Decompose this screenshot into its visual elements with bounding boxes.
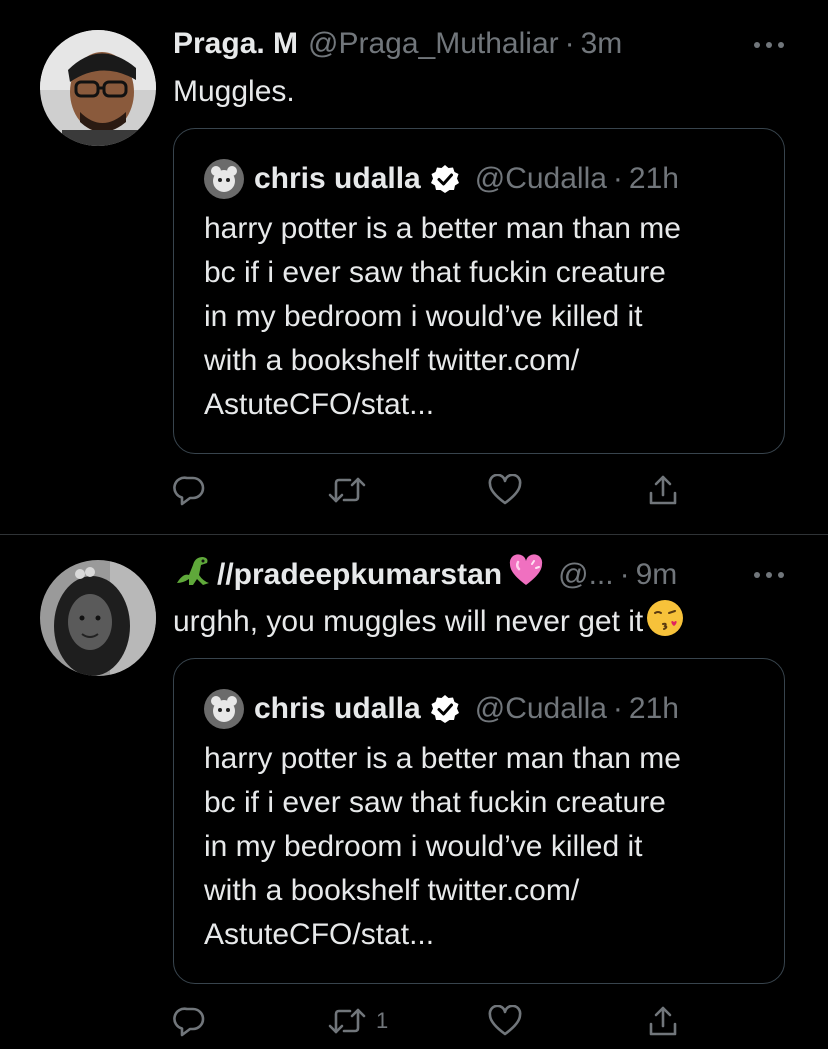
reply-icon <box>173 473 207 507</box>
tweet-actions <box>173 468 693 512</box>
reply-icon <box>173 1004 207 1038</box>
author-handle[interactable]: @Praga_Muthaliar <box>308 27 559 61</box>
tweet-header: //pradeepkumarstan @... · 9m <box>173 553 677 597</box>
tweet-header: Praga. M @Praga_Muthaliar · 3m <box>173 22 622 66</box>
verified-badge-icon <box>429 163 461 195</box>
share-button[interactable] <box>648 999 678 1043</box>
tweet-text-content: Muggles. <box>173 75 295 108</box>
quoted-author-name[interactable]: chris udalla <box>254 162 421 196</box>
separator: · <box>564 27 575 60</box>
divider <box>0 534 828 535</box>
reply-button[interactable] <box>173 999 217 1043</box>
tweet-text: Muggles. <box>173 70 295 114</box>
tweet[interactable]: //pradeepkumarstan @... · 9m urghh, you … <box>0 536 828 1049</box>
quoted-text-line: with a bookshelf twitter.com/ <box>204 344 580 377</box>
quoted-author-handle[interactable]: @Cudalla <box>475 162 607 196</box>
quoted-text-line: bc if i ever saw that fuckin creature <box>204 256 666 289</box>
tweet[interactable]: Praga. M @Praga_Muthaliar · 3m Muggles. <box>0 0 828 534</box>
quoted-author-handle[interactable]: @Cudalla <box>475 692 607 726</box>
retweet-icon <box>328 475 366 505</box>
timestamp[interactable]: 3m <box>581 27 623 61</box>
quoted-text-line: with a bookshelf twitter.com/ <box>204 874 580 907</box>
quoted-tweet-text: harry potter is a better man than me bc … <box>204 207 774 427</box>
quoted-tweet-text: harry potter is a better man than me bc … <box>204 737 774 957</box>
separator: · <box>619 558 630 591</box>
quoted-tweet[interactable]: chris udalla @Cudalla · 21h harry potter… <box>173 128 785 454</box>
like-button[interactable] <box>488 468 532 512</box>
avatar[interactable] <box>40 30 156 146</box>
quoted-tweet[interactable]: chris udalla @Cudalla · 21h harry potter… <box>173 658 785 984</box>
reply-button[interactable] <box>173 468 217 512</box>
heart-icon <box>488 474 522 506</box>
dinosaur-emoji-icon <box>173 553 213 597</box>
quoted-text-line: harry potter is a better man than me <box>204 212 681 245</box>
author-name[interactable]: Praga. M <box>173 27 298 61</box>
timestamp[interactable]: 9m <box>636 558 678 592</box>
retweet-icon <box>328 1006 366 1036</box>
retweet-count: 1 <box>376 1008 389 1033</box>
tweet-text-content: urghh, you muggles will never get it <box>173 605 644 638</box>
separator: · <box>612 162 623 195</box>
quoted-text-line: bc if i ever saw that fuckin creature <box>204 786 666 819</box>
quoted-timestamp[interactable]: 21h <box>629 692 679 726</box>
quoted-text-line: AstuteCFO/stat... <box>204 388 435 421</box>
kissing-face-emoji-icon <box>645 598 685 646</box>
author-handle[interactable]: @... <box>558 558 613 592</box>
retweet-button[interactable] <box>328 468 376 512</box>
avatar[interactable] <box>40 560 156 676</box>
more-options-icon[interactable] <box>752 38 786 52</box>
separator: · <box>612 692 623 725</box>
quoted-avatar[interactable] <box>204 159 244 199</box>
quoted-text-line: AstuteCFO/stat... <box>204 918 435 951</box>
tweet-actions: 1 <box>173 999 693 1043</box>
like-button[interactable] <box>488 999 532 1043</box>
author-name[interactable]: //pradeepkumarstan <box>217 558 502 592</box>
share-icon <box>648 473 678 507</box>
tweet-text: urghh, you muggles will never get it <box>173 600 685 644</box>
more-options-icon[interactable] <box>752 568 786 582</box>
quoted-author-name[interactable]: chris udalla <box>254 692 421 726</box>
pink-heart-emoji-icon <box>508 554 544 596</box>
quoted-tweet-header: chris udalla @Cudalla · 21h <box>204 687 679 731</box>
quoted-text-line: in my bedroom i would’ve killed it <box>204 300 643 333</box>
share-icon <box>648 1004 678 1038</box>
share-button[interactable] <box>648 468 678 512</box>
retweet-button[interactable]: 1 <box>328 999 388 1043</box>
quoted-timestamp[interactable]: 21h <box>629 162 679 196</box>
quoted-tweet-header: chris udalla @Cudalla · 21h <box>204 157 679 201</box>
quoted-avatar[interactable] <box>204 689 244 729</box>
verified-badge-icon <box>429 693 461 725</box>
heart-icon <box>488 1005 522 1037</box>
quoted-text-line: in my bedroom i would’ve killed it <box>204 830 643 863</box>
quoted-text-line: harry potter is a better man than me <box>204 742 681 775</box>
